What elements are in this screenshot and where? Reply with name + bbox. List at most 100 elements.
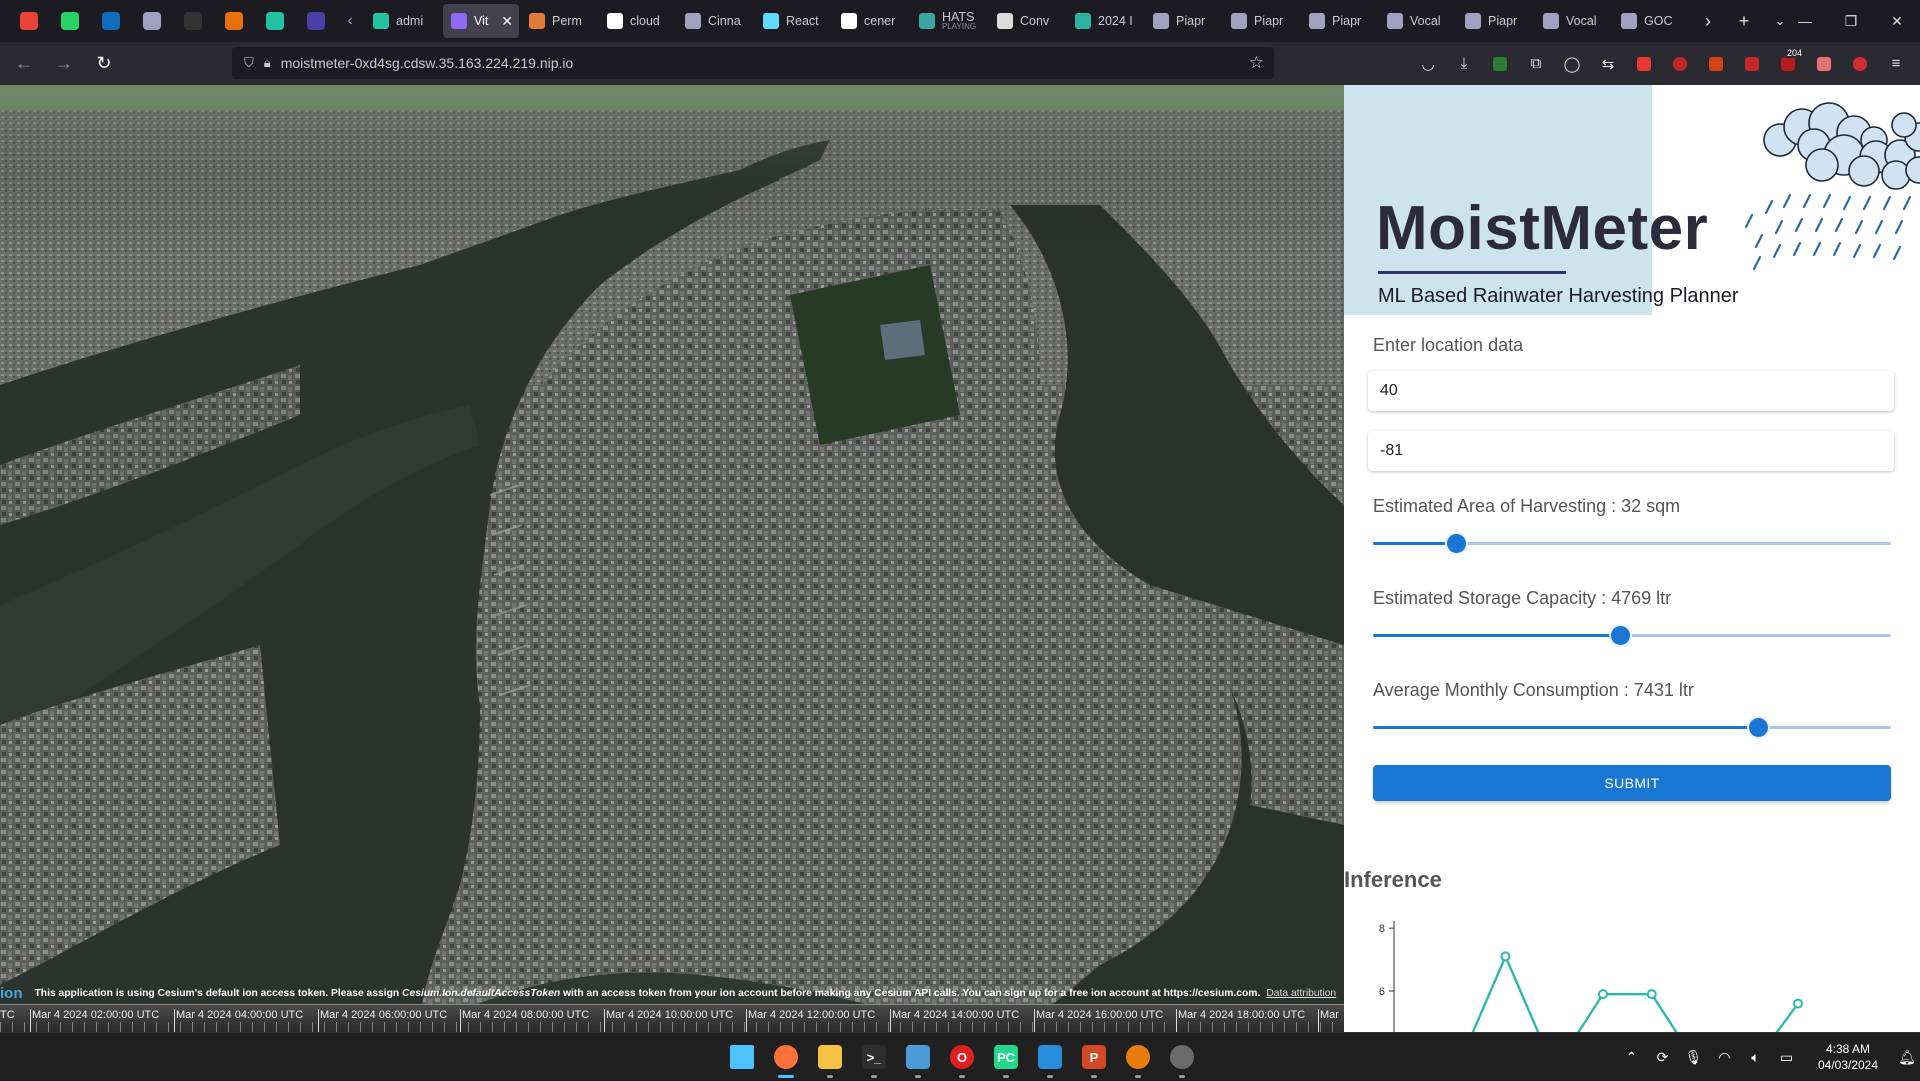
clock[interactable]: 4:38 AM 04/03/2024: [1802, 1041, 1894, 1073]
taskbar-opera[interactable]: O: [940, 1033, 984, 1081]
cast-icon[interactable]: [1698, 42, 1734, 85]
youtube-ext-icon[interactable]: [1626, 42, 1662, 85]
pinned-tab-whatsapp[interactable]: [49, 0, 90, 42]
slider-thumb[interactable]: [1748, 718, 1768, 737]
menu-icon[interactable]: ≡: [1878, 42, 1914, 85]
taskbar-powerpoint[interactable]: P: [1072, 1033, 1116, 1081]
taskbar-vscode[interactable]: [1028, 1033, 1072, 1081]
minimize-button[interactable]: —: [1782, 0, 1828, 42]
record-icon[interactable]: [1662, 42, 1698, 85]
area-slider-block: Estimated Area of Harvesting : 32 sqm: [1370, 496, 1892, 554]
slider-thumb[interactable]: [1446, 534, 1466, 553]
tab[interactable]: 2024 I: [1067, 4, 1143, 38]
tab-status: PLAYING: [942, 21, 977, 31]
taskbar-firefox[interactable]: [764, 1033, 808, 1081]
tab-scroll-left-icon[interactable]: ‹: [336, 0, 364, 42]
submit-button[interactable]: SUBMIT: [1373, 765, 1891, 801]
cesium-ion-logo[interactable]: ion: [0, 985, 23, 1002]
sync-icon[interactable]: ⟳: [1647, 1033, 1678, 1081]
timeline-label: Mar 4 2024 02:00:00 UTC: [32, 1009, 160, 1021]
tab[interactable]: React: [755, 4, 831, 38]
longitude-input[interactable]: -81: [1368, 431, 1894, 471]
tab[interactable]: HATS PLAYING: [911, 4, 987, 38]
taskbar-chatgpt[interactable]: [1160, 1033, 1204, 1081]
pinned-tab-replit[interactable]: [254, 0, 295, 42]
chat-icon[interactable]: ◯: [1554, 42, 1590, 85]
cesium-map-viewport[interactable]: ion This application is using Cesium's d…: [0, 85, 1344, 1032]
tab[interactable]: Vocal: [1535, 4, 1611, 38]
notification-bell-icon[interactable]: 🔔︎: [1894, 1033, 1920, 1081]
url-bar[interactable]: ⛉ 🔒︎ moistmeter-0xd4sg.cdsw.35.163.224.2…: [232, 47, 1274, 79]
taskbar-file-explorer[interactable]: [808, 1033, 852, 1081]
pocket-icon[interactable]: ◡: [1410, 42, 1446, 85]
share-icon[interactable]: ⇆: [1590, 42, 1626, 85]
pinned-tab-colab[interactable]: [213, 0, 254, 42]
running-indicator: [1047, 1075, 1053, 1078]
taskbar-blender[interactable]: [1116, 1033, 1160, 1081]
taskbar-terminal[interactable]: >_: [852, 1033, 896, 1081]
data-attribution-link[interactable]: Data attribution: [1266, 988, 1336, 999]
latitude-input[interactable]: 40: [1368, 371, 1894, 411]
tab-scroll-right-icon[interactable]: ›: [1690, 0, 1726, 42]
taskbar-notepad[interactable]: [896, 1033, 940, 1081]
microphone-icon[interactable]: 🎙︎: [1678, 1033, 1709, 1081]
timeline-major-tick: [1034, 1009, 1035, 1032]
new-tab-button[interactable]: +: [1726, 0, 1762, 42]
tab[interactable]: Vit ✕: [443, 4, 519, 38]
area-slider[interactable]: [1373, 534, 1891, 554]
reload-button[interactable]: ↻: [86, 48, 122, 80]
tab[interactable]: Cinna: [677, 4, 753, 38]
taskbar-start[interactable]: [720, 1033, 764, 1081]
heart-ext-icon[interactable]: [1842, 42, 1878, 85]
tab[interactable]: cloud: [599, 4, 675, 38]
tab[interactable]: admi: [365, 4, 441, 38]
bookmark-star-icon[interactable]: ☆: [1249, 53, 1264, 73]
cesium-timeline[interactable]: TC Mar 4 2024 02:00:00 UTC Mar 4 2024 04:0…: [0, 1004, 1344, 1032]
restore-button[interactable]: ❐: [1828, 0, 1874, 42]
battery-icon[interactable]: ▭: [1771, 1033, 1802, 1081]
password-icon[interactable]: [1734, 42, 1770, 85]
ublock-icon[interactable]: 204: [1770, 42, 1806, 85]
back-button[interactable]: ←: [6, 48, 42, 80]
running-indicator: [778, 1075, 794, 1078]
satellite-imagery[interactable]: [0, 85, 1344, 1032]
url-text[interactable]: moistmeter-0xd4sg.cdsw.35.163.224.219.ni…: [281, 55, 574, 71]
tab[interactable]: Perm: [521, 4, 597, 38]
extensions-icon[interactable]: ⧉: [1518, 42, 1554, 85]
timeline-label: Mar: [1320, 1009, 1339, 1021]
consumption-slider[interactable]: [1373, 718, 1891, 738]
tab[interactable]: GOC: [1613, 4, 1689, 38]
tab-label: HATS PLAYING: [942, 12, 982, 31]
shield-icon[interactable]: ⛉: [244, 55, 254, 71]
volume-icon[interactable]: 🔈︎: [1740, 1033, 1771, 1081]
cesium-credit-bar: ion This application is using Cesium's d…: [0, 982, 1344, 1004]
extension-green-icon[interactable]: [1482, 42, 1518, 85]
pinned-tab-notion[interactable]: [295, 0, 336, 42]
pinned-tab-gmail[interactable]: [8, 0, 49, 42]
tab[interactable]: Vocal: [1379, 4, 1455, 38]
taskbar-pycharm[interactable]: PC: [984, 1033, 1028, 1081]
tab[interactable]: Piapr: [1301, 4, 1377, 38]
tab[interactable]: cener: [833, 4, 909, 38]
tab[interactable]: Piapr: [1223, 4, 1299, 38]
tab[interactable]: Piapr: [1145, 4, 1221, 38]
close-window-button[interactable]: ✕: [1874, 0, 1920, 42]
chevron-up-icon[interactable]: ⌃: [1616, 1033, 1647, 1081]
tab[interactable]: Conv: [989, 4, 1065, 38]
pinned-tab-piapro[interactable]: [131, 0, 172, 42]
running-indicator: [915, 1075, 921, 1078]
pinned-tab-dark-app[interactable]: [172, 0, 213, 42]
terminal-icon: >_: [862, 1045, 886, 1069]
close-tab-icon[interactable]: ✕: [501, 13, 513, 30]
slider-thumb[interactable]: [1611, 626, 1631, 645]
forward-button[interactable]: →: [46, 48, 82, 80]
download-icon[interactable]: ⤓: [1446, 42, 1482, 85]
pinned-tab-outlook[interactable]: [90, 0, 131, 42]
tab[interactable]: Piapr: [1457, 4, 1533, 38]
storage-label: Estimated Storage Capacity : 4769 ltr: [1373, 588, 1672, 608]
wifi-icon[interactable]: ◠: [1709, 1033, 1740, 1081]
credit-text-after: with an access token from your ion accou…: [560, 987, 1261, 999]
b-ext-icon[interactable]: [1806, 42, 1842, 85]
storage-slider[interactable]: [1373, 626, 1891, 646]
lock-icon[interactable]: 🔒︎: [264, 55, 271, 71]
